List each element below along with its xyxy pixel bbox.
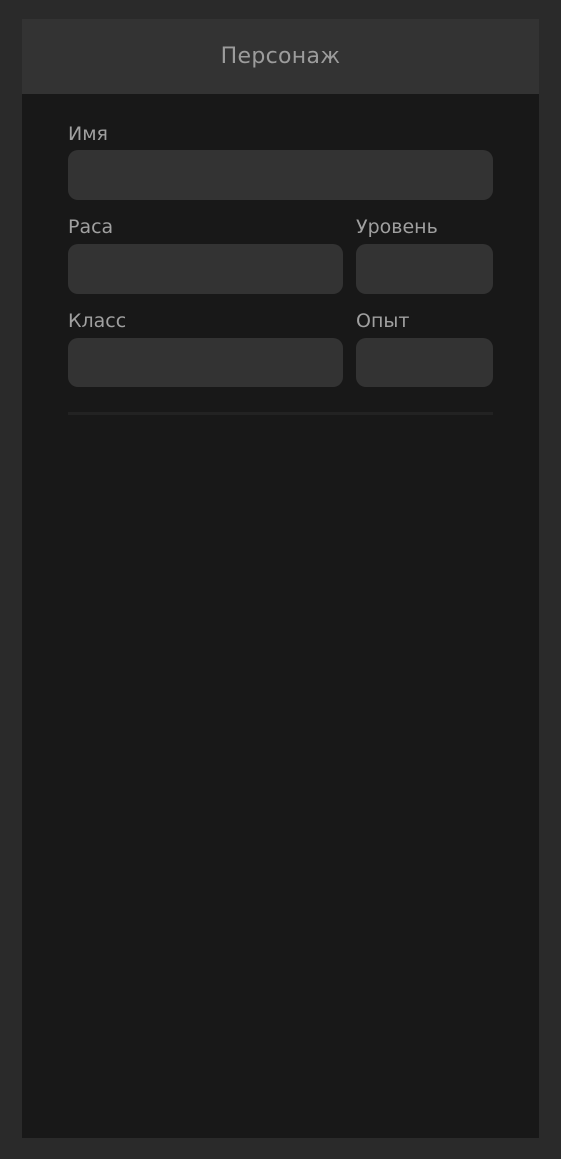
- character-window: Персонаж Имя Раса Уровень Класс Опыт: [22, 19, 539, 1138]
- class-input[interactable]: [68, 338, 343, 387]
- class-label: Класс: [68, 310, 127, 332]
- name-input[interactable]: [68, 150, 493, 200]
- experience-label: Опыт: [356, 310, 410, 332]
- level-label: Уровень: [356, 216, 438, 238]
- race-label: Раса: [68, 216, 114, 238]
- window-header: Персонаж: [22, 19, 539, 94]
- level-input[interactable]: [356, 244, 493, 294]
- race-input[interactable]: [68, 244, 343, 294]
- experience-input[interactable]: [356, 338, 493, 387]
- section-divider: [68, 412, 493, 415]
- name-label: Имя: [68, 123, 108, 145]
- window-title: Персонаж: [220, 44, 341, 69]
